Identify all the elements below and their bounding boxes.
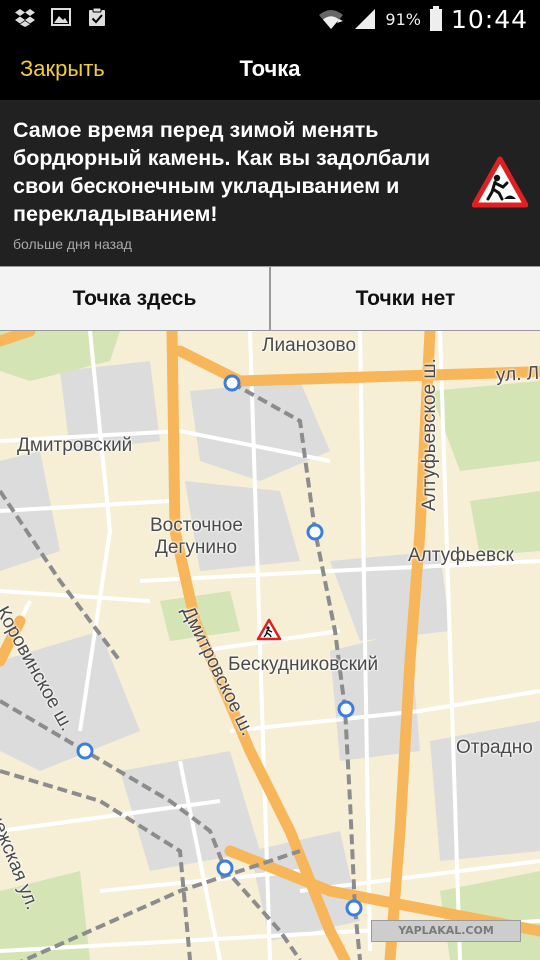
notification-icons [14, 6, 108, 28]
road-works-warning-icon [472, 156, 528, 208]
map-view[interactable]: Лианозово ул. Л Дмитровский Алтуфьевское… [0, 331, 540, 960]
railway-station-icon [306, 523, 324, 541]
railway-station-icon [216, 859, 234, 877]
status-bar: 91% 10:44 [0, 0, 540, 38]
railway-station-icon [76, 742, 94, 760]
wifi-icon [319, 10, 344, 29]
message-text: Самое время перед зимой менять бордюрный… [13, 118, 431, 226]
map-label-dmitrovsky: Дмитровский [17, 435, 133, 456]
map-label-lianozovo: Лианозово [262, 335, 357, 356]
close-button[interactable]: Закрыть [20, 56, 105, 82]
map-canvas [0, 331, 540, 960]
battery-percent: 91% [385, 9, 421, 29]
message-panel: Самое время перед зимой менять бордюрный… [0, 100, 540, 266]
dropbox-icon [15, 9, 35, 27]
action-bar: Закрыть Точка [0, 38, 540, 100]
map-label-altufevsk: Алтуфьевск [408, 545, 514, 566]
map-label-degunino: Дегунино [155, 537, 238, 558]
map-label-ul: ул. Л [495, 362, 540, 387]
railway-station-icon [345, 899, 363, 917]
no-point-button[interactable]: Точки нет [271, 267, 540, 330]
map-label-vostochnoe: Восточное [150, 515, 243, 536]
signal-icon [355, 9, 376, 29]
railway-station-icon [223, 374, 241, 392]
gallery-icon [51, 8, 71, 26]
button-row: Точка здесь Точки нет [0, 266, 540, 331]
battery-icon [429, 6, 442, 31]
message-time: больше дня назад [13, 236, 132, 252]
railway-station-icon [337, 700, 355, 718]
map-label-beskudnikovsky: Бескудниковский [228, 654, 379, 675]
map-label-otradno: Отрадно [456, 737, 533, 758]
clipboard-check-icon [89, 7, 105, 26]
watermark: YAPLAKAL.COM [371, 920, 521, 942]
map-label-altufevskoe: Алтуфьевское ш. [419, 358, 440, 511]
clock: 10:44 [450, 4, 528, 34]
point-here-button[interactable]: Точка здесь [0, 267, 269, 330]
